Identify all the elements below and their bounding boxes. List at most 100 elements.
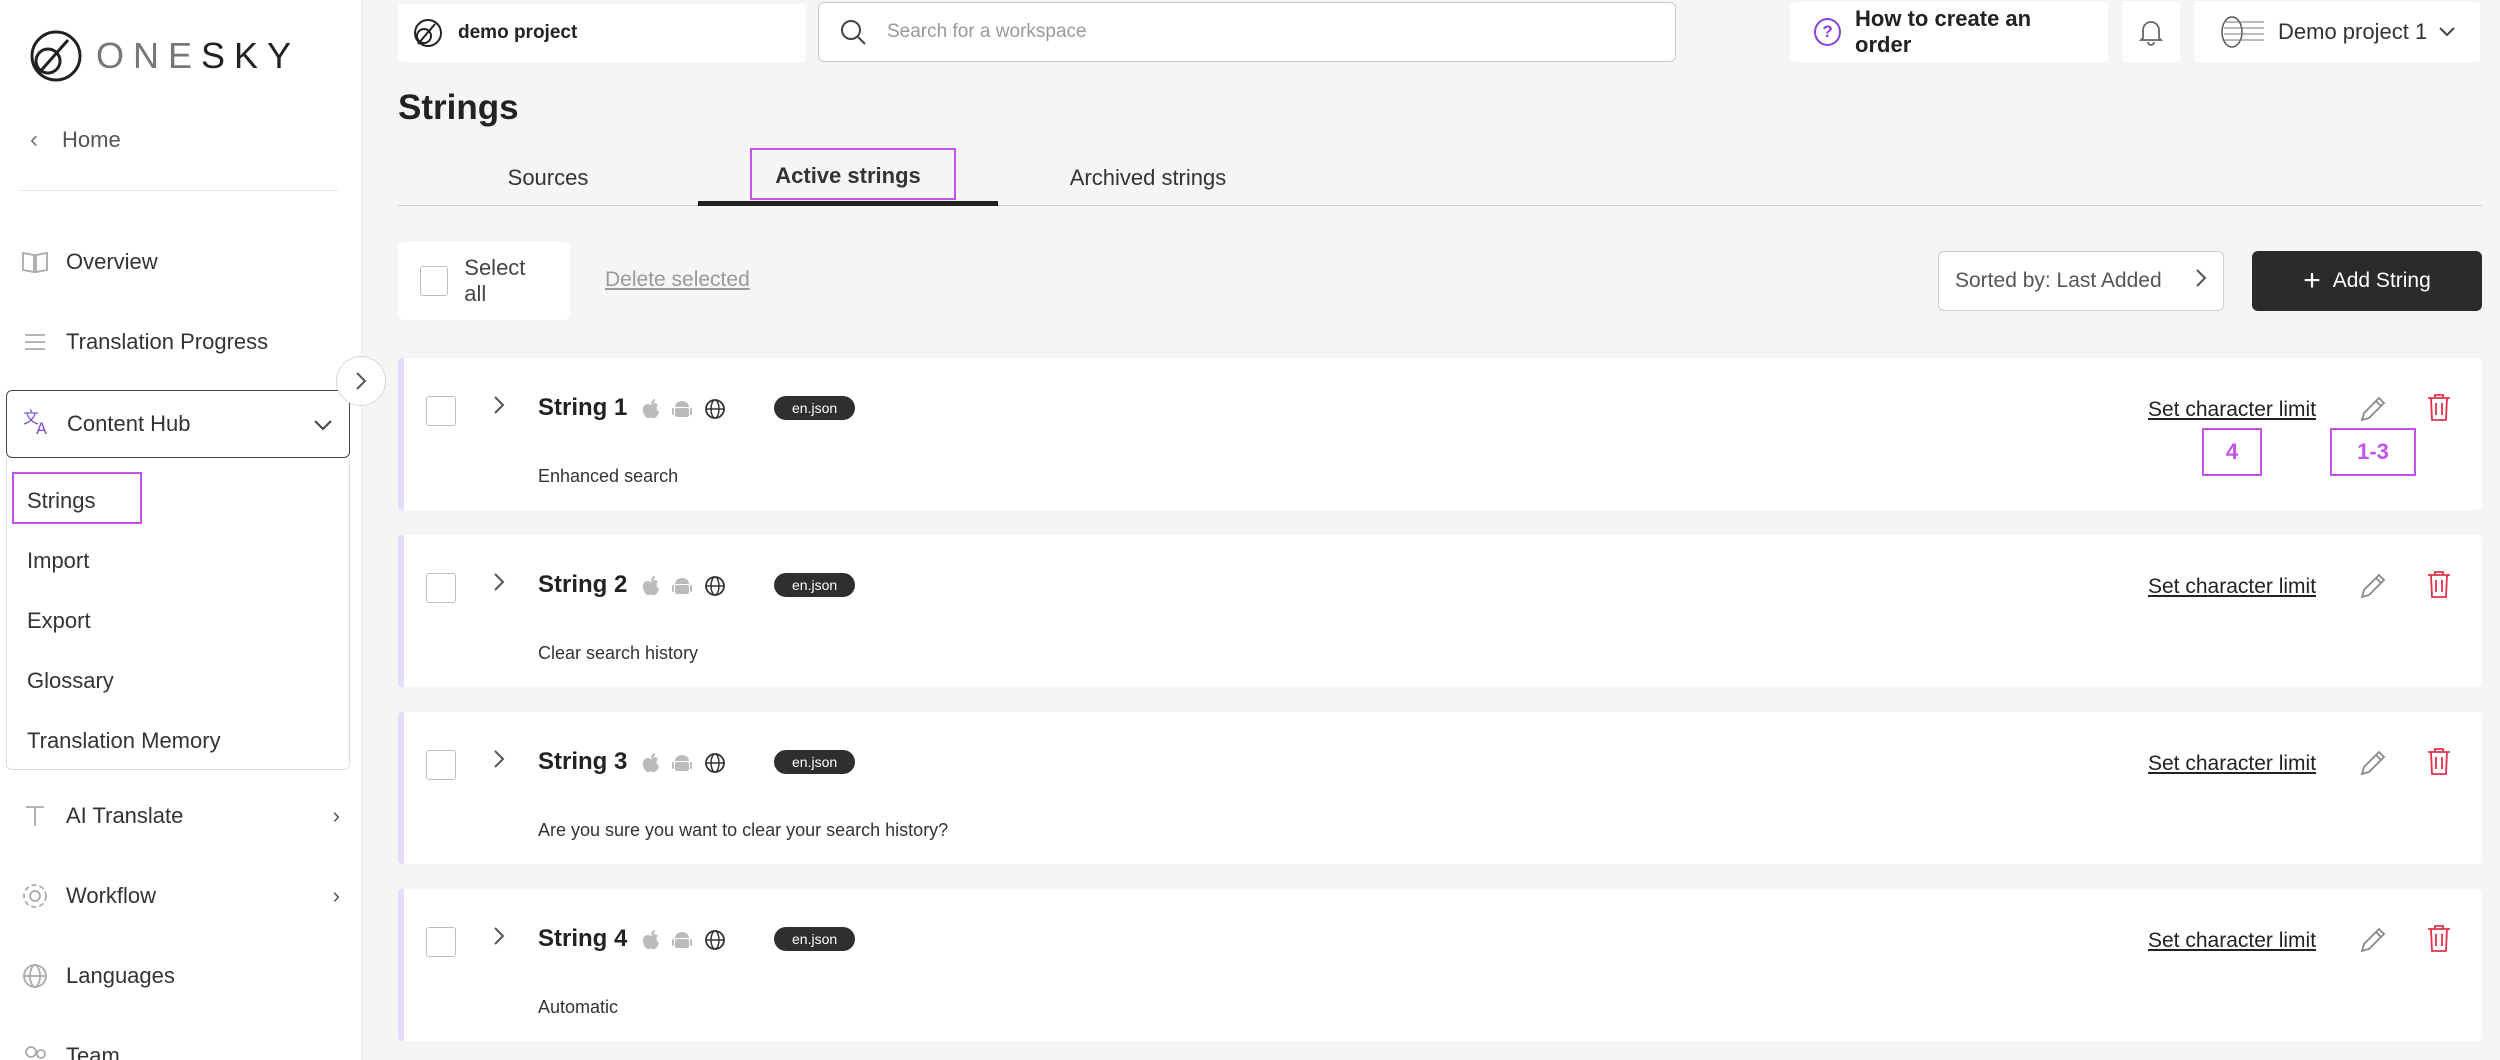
workspace-search[interactable] [818,2,1676,62]
trash-icon[interactable] [2426,923,2452,958]
sidebar-item-label: AI Translate [66,803,184,828]
trash-icon[interactable] [2426,392,2452,427]
sidebar-item-content-hub[interactable]: 文A Content Hub [6,390,350,458]
submenu-item-import[interactable]: Import [27,548,89,574]
sidebar-item-translation-progress[interactable]: Translation Progress [20,322,340,362]
account-menu[interactable]: Demo project 1 [2194,2,2480,62]
web-globe-icon [704,575,726,597]
pencil-icon[interactable] [2358,925,2388,960]
trash-icon[interactable] [2426,569,2452,604]
sidebar-item-languages[interactable]: Languages [20,956,340,996]
chevron-down-icon [2438,21,2456,44]
list-icon [20,327,50,357]
apple-icon [642,575,660,597]
sidebar-item-label: Team [66,1043,120,1060]
file-tag: en.json [774,396,856,420]
sort-dropdown[interactable]: Sorted by: Last Added [1938,251,2224,311]
project-name: demo project [458,22,578,43]
string-checkbox[interactable] [426,750,456,780]
string-checkbox[interactable] [426,573,456,603]
onesky-logo[interactable]: ONESKY [28,28,300,84]
select-all-label: Select all [464,255,526,306]
submenu-item-export[interactable]: Export [27,608,91,634]
project-logo-icon [414,19,442,47]
search-icon [841,20,866,45]
howto-label: How to create an order [1855,6,2032,57]
plus-icon: + [2303,264,2321,297]
add-string-button[interactable]: + Add String [2252,251,2482,311]
string-card: String 1 en.json Enhanced search Set cha… [398,358,2482,510]
apple-icon [642,398,660,420]
tab-archived-strings[interactable]: Archived strings [998,150,1298,206]
logo-text: ONESKY [96,35,301,76]
sidebar-item-label: Workflow [66,883,157,908]
string-checkbox[interactable] [426,396,456,426]
team-icon [20,1041,50,1060]
sidebar-item-label: Translation Progress [66,329,269,354]
string-card: String 2 en.json Clear search history Se… [398,535,2482,687]
chevron-right-icon[interactable] [492,571,506,600]
chevron-right-icon[interactable] [492,394,506,423]
home-link[interactable]: ‹ Home [30,126,121,154]
translate-icon: 文A [23,407,53,441]
project-avatar-icon [2221,16,2264,48]
onesky-logo-icon [30,30,82,82]
sidebar-item-label: Languages [66,963,175,988]
notifications-button[interactable] [2122,2,2180,62]
delete-selected-link[interactable]: Delete selected [605,268,750,292]
set-character-limit-link[interactable]: Set character limit [2148,752,2316,776]
string-name: String 2 [538,571,628,598]
chevron-right-icon: › [332,803,340,828]
file-tag: en.json [774,927,856,951]
string-text: Clear search history [538,643,699,663]
submenu-item-glossary[interactable]: Glossary [27,668,114,694]
sidebar-item-ai-translate[interactable]: AI Translate › [20,796,340,836]
pencil-icon[interactable] [2358,748,2388,783]
pencil-icon[interactable] [2358,394,2388,429]
chevron-right-icon[interactable] [492,925,506,954]
chevron-down-icon [313,411,333,437]
trash-icon[interactable] [2426,746,2452,781]
string-name: String 3 [538,748,628,775]
submenu-item-translation-memory[interactable]: Translation Memory [27,728,221,754]
annotation-marker-char-limit: 4 [2202,428,2262,476]
select-all-checkbox[interactable] [420,266,449,296]
chevron-right-icon: › [332,883,340,908]
string-text: Enhanced search [538,466,679,486]
string-name: String 4 [538,925,628,952]
question-icon: ? [1814,18,1842,46]
apple-icon [642,929,660,951]
platform-icons [642,398,738,420]
text-icon [20,801,50,831]
android-icon [672,575,692,597]
page-title: Strings [398,88,519,127]
annotation-marker-actions: 1-3 [2330,428,2416,476]
set-character-limit-link[interactable]: Set character limit [2148,929,2316,953]
sort-label: Sorted by: Last Added [1955,269,2162,292]
pencil-icon[interactable] [2358,571,2388,606]
string-card: String 3 en.json Are you sure you want t… [398,712,2482,864]
set-character-limit-link[interactable]: Set character limit [2148,398,2316,422]
set-character-limit-link[interactable]: Set character limit [2148,575,2316,599]
string-card: String 4 en.json Automatic Set character… [398,889,2482,1041]
file-tag: en.json [774,750,856,774]
web-globe-icon [704,752,726,774]
android-icon [672,929,692,951]
sidebar-item-overview[interactable]: Overview [20,242,340,282]
string-text: Are you sure you want to clear your sear… [538,820,949,840]
sidebar-collapse-button[interactable] [336,356,386,406]
chevron-right-icon[interactable] [492,748,506,777]
bell-icon [2138,21,2164,46]
tab-sources[interactable]: Sources [398,150,698,206]
string-checkbox[interactable] [426,927,456,957]
platform-icons [642,575,738,597]
sidebar-item-team[interactable]: Team [20,1036,340,1060]
search-input[interactable] [887,21,1647,43]
project-selector[interactable]: demo project [398,4,806,62]
account-label: Demo project 1 [2278,19,2428,44]
highlight-box-active-strings [750,148,956,200]
select-all[interactable]: Select all [398,242,570,320]
chevron-right-icon [2195,268,2207,294]
how-to-create-order-button[interactable]: ? How to create an order [1790,2,2108,62]
sidebar-item-workflow[interactable]: Workflow › [20,876,340,916]
